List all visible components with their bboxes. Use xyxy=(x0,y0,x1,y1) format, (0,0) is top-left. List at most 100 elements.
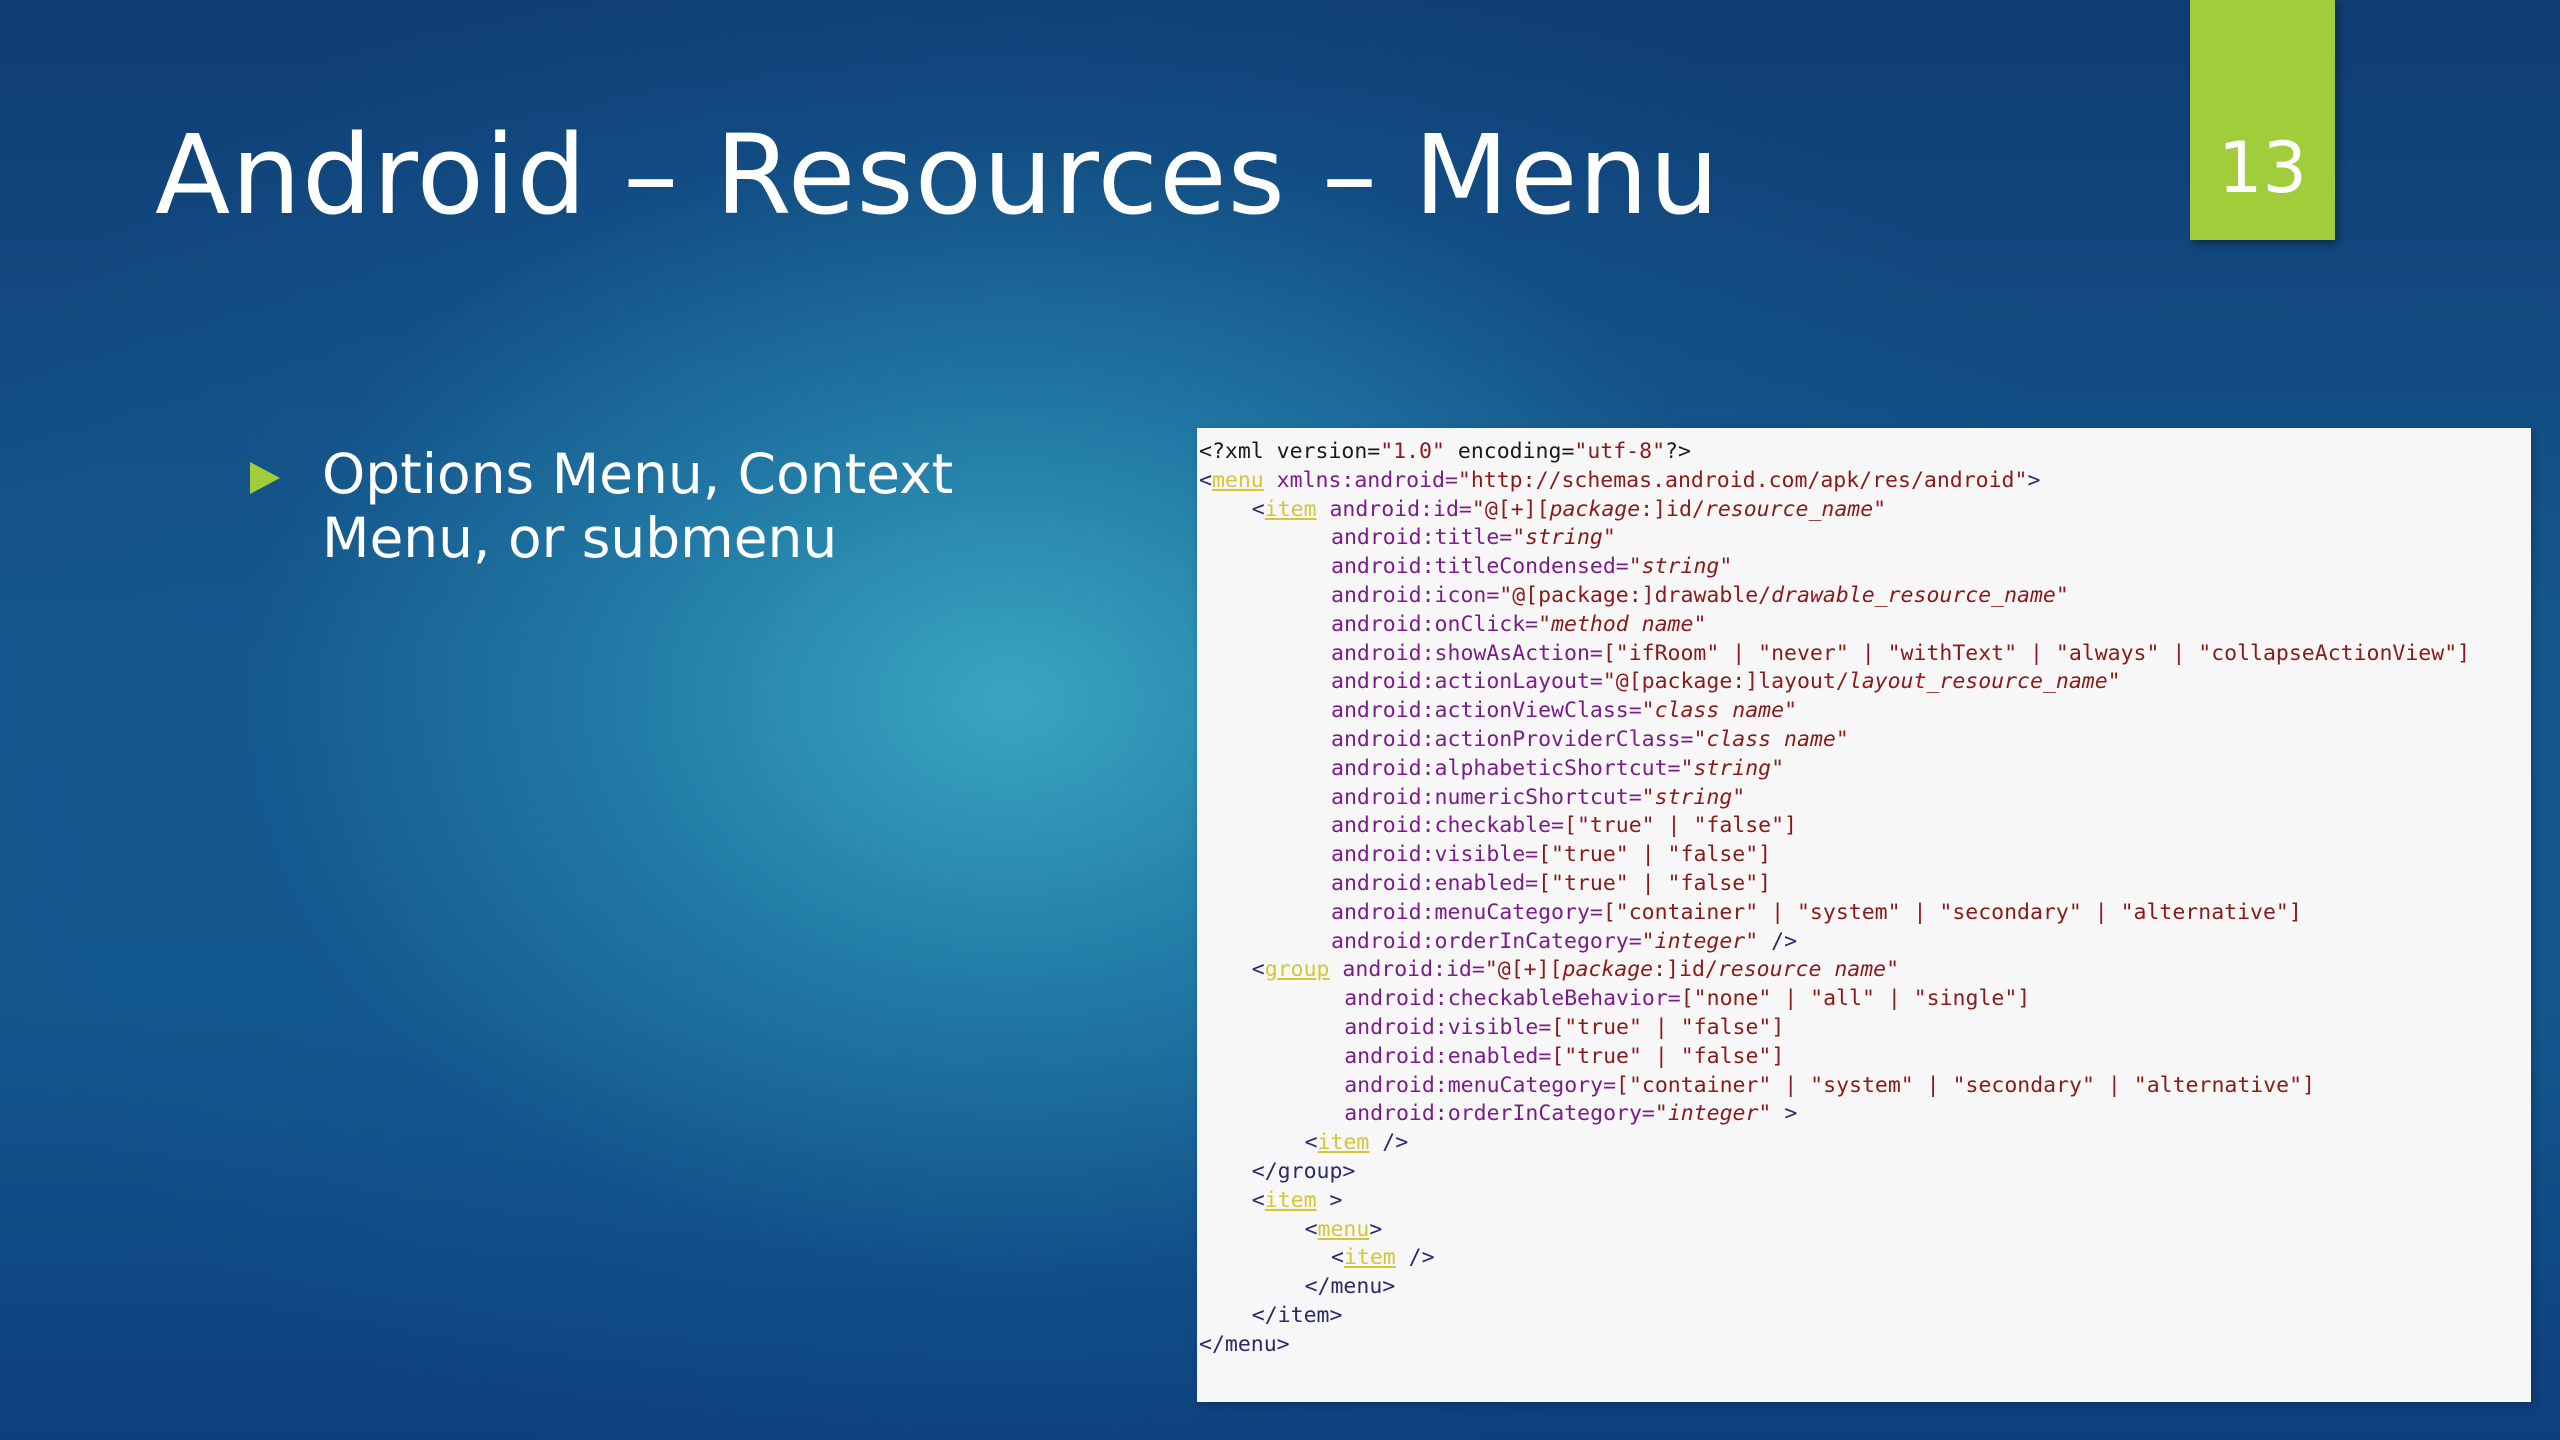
code-token: ["container" | "system" | "secondary" | … xyxy=(1602,899,2302,925)
code-line: <item /> xyxy=(1331,1244,1435,1273)
code-token: ["true" | "false"] xyxy=(1551,1043,1785,1069)
code-token: group xyxy=(1264,957,1330,983)
code-token: " xyxy=(1654,1101,1668,1127)
code-line: android:titleCondensed="string" xyxy=(1331,553,1732,582)
code-token: menu xyxy=(1211,467,1264,493)
code-line: <menu> xyxy=(1305,1216,1383,1245)
code-token: " xyxy=(1745,928,1759,954)
bullet-text: Options Menu, Context Menu, or submenu xyxy=(322,442,954,570)
code-line: android:actionProviderClass="class name" xyxy=(1331,726,1849,755)
code-token: /> xyxy=(1369,1130,1409,1156)
code-line: <menu xmlns:android="http://schemas.andr… xyxy=(1199,467,2040,496)
code-token: :]id/ xyxy=(1653,957,1718,983)
code-line: android:checkableBehavior=["none" | "all… xyxy=(1344,985,2030,1014)
code-token: " xyxy=(1835,727,1849,752)
code-token: android:showAsAction= xyxy=(1331,640,1603,666)
code-token: "http://schemas.android.com/apk/res/andr… xyxy=(1457,467,2028,493)
code-token: android:actionLayout= xyxy=(1331,669,1603,695)
code-line: </item> xyxy=(1252,1302,1343,1331)
code-token: </item> xyxy=(1251,1303,1343,1328)
code-token: " xyxy=(1732,784,1746,810)
code-token: " xyxy=(1628,554,1642,580)
code-token: " xyxy=(1641,784,1655,810)
code-token: " xyxy=(1538,611,1552,637)
code-token: " xyxy=(1693,727,1707,752)
code-token: > xyxy=(1369,1216,1383,1242)
code-token: ["true" | "false"] xyxy=(1551,1015,1785,1040)
code-token: android:orderInCategory= xyxy=(1344,1101,1655,1127)
code-token: > xyxy=(1316,1187,1343,1213)
code-token: layout_resource_name xyxy=(1848,669,2108,695)
triangle-bullet-icon xyxy=(250,462,280,494)
code-token: string xyxy=(1654,784,1733,810)
slide-title: Android – Resources – Menu xyxy=(155,111,1720,239)
code-token: " xyxy=(1641,928,1655,954)
code-token: android:numericShortcut= xyxy=(1331,784,1642,810)
code-token: menu xyxy=(1317,1216,1370,1242)
code-token: item xyxy=(1343,1245,1396,1271)
code-token: " xyxy=(1873,496,1887,522)
code-token: ["ifRoom" | "never" | "withText" | "alwa… xyxy=(1602,640,2471,666)
code-line: <group android:id="@[+][package:]id/reso… xyxy=(1252,956,1899,985)
code-token: "@[+][ xyxy=(1484,957,1563,983)
code-token: > xyxy=(2027,467,2041,493)
code-line: android:orderInCategory="integer" > xyxy=(1344,1100,1797,1129)
code-token: " xyxy=(1886,957,1900,983)
code-token: < xyxy=(1251,1187,1265,1213)
code-line: android:enabled=["true" | "false"] xyxy=(1344,1043,1784,1072)
code-line: android:actionLayout="@[package:]layout/… xyxy=(1331,668,2121,697)
code-token: > xyxy=(1771,1101,1798,1127)
code-token: integer xyxy=(1667,1101,1759,1127)
code-line: </menu> xyxy=(1199,1331,1290,1360)
code-token: resource name xyxy=(1717,957,1887,983)
code-token: </group> xyxy=(1251,1159,1356,1184)
code-token: android:title= xyxy=(1331,525,1513,551)
code-token: resource_name xyxy=(1704,496,1874,522)
code-token: <?xml version= xyxy=(1199,439,1381,464)
code-token: android:menuCategory= xyxy=(1344,1072,1617,1098)
code-line: android:orderInCategory="integer" /> xyxy=(1331,928,1797,957)
code-token: " xyxy=(1693,611,1707,637)
code-line: <item android:id="@[+][package:]id/resou… xyxy=(1252,496,1886,525)
code-token: android:checkableBehavior= xyxy=(1344,986,1681,1012)
code-token: android:titleCondensed= xyxy=(1331,554,1629,580)
code-token: class name xyxy=(1654,698,1785,724)
code-token: package xyxy=(1562,957,1654,983)
code-token: " xyxy=(2107,669,2121,695)
code-line: android:showAsAction=["ifRoom" | "never"… xyxy=(1331,640,2470,669)
code-token: "@[package:]layout/ xyxy=(1602,669,1849,695)
code-token: " xyxy=(1512,525,1526,551)
code-token: android:enabled= xyxy=(1344,1043,1552,1069)
code-token: integer xyxy=(1654,928,1746,954)
code-line: android:visible=["true" | "false"] xyxy=(1331,841,1771,870)
code-screenshot: <?xml version="1.0" encoding="utf-8"?> <m… xyxy=(1197,428,2531,1402)
code-token: < xyxy=(1331,1245,1344,1271)
code-token: :]id/ xyxy=(1640,496,1705,522)
page-number: 13 xyxy=(2217,127,2308,209)
code-token: android:icon= xyxy=(1331,583,1500,608)
code-line: android:menuCategory=["container" | "sys… xyxy=(1331,899,2302,928)
code-token: android:visible= xyxy=(1344,1015,1552,1040)
code-line: android:icon="@[package:]drawable/drawab… xyxy=(1331,582,2069,611)
code-token: string xyxy=(1641,554,1720,580)
code-token: < xyxy=(1304,1216,1318,1242)
code-token: " xyxy=(1680,755,1694,781)
code-token: android:visible= xyxy=(1331,842,1539,868)
code-line: android:alphabeticShortcut="string" xyxy=(1331,755,1784,784)
code-token: item xyxy=(1317,1130,1370,1156)
code-line: android:onClick="method name" xyxy=(1331,611,1706,640)
code-line: android:actionViewClass="class name" xyxy=(1331,697,1797,726)
code-token: android:actionProviderClass= xyxy=(1331,727,1694,752)
code-token: < xyxy=(1251,496,1265,522)
code-token: android:id= xyxy=(1316,496,1472,522)
code-token: drawable_resource_name xyxy=(1771,583,2056,608)
code-line: android:numericShortcut="string" xyxy=(1331,784,1745,813)
code-token: android:id= xyxy=(1329,957,1485,983)
code-token: < xyxy=(1199,467,1212,493)
code-token: ["true" | "false"] xyxy=(1538,842,1772,868)
code-token: /> xyxy=(1758,928,1798,954)
code-token: /> xyxy=(1395,1245,1435,1271)
code-token: ["none" | "all" | "single"] xyxy=(1680,986,2031,1012)
code-token: < xyxy=(1251,957,1265,983)
code-token: android:alphabeticShortcut= xyxy=(1331,755,1681,781)
